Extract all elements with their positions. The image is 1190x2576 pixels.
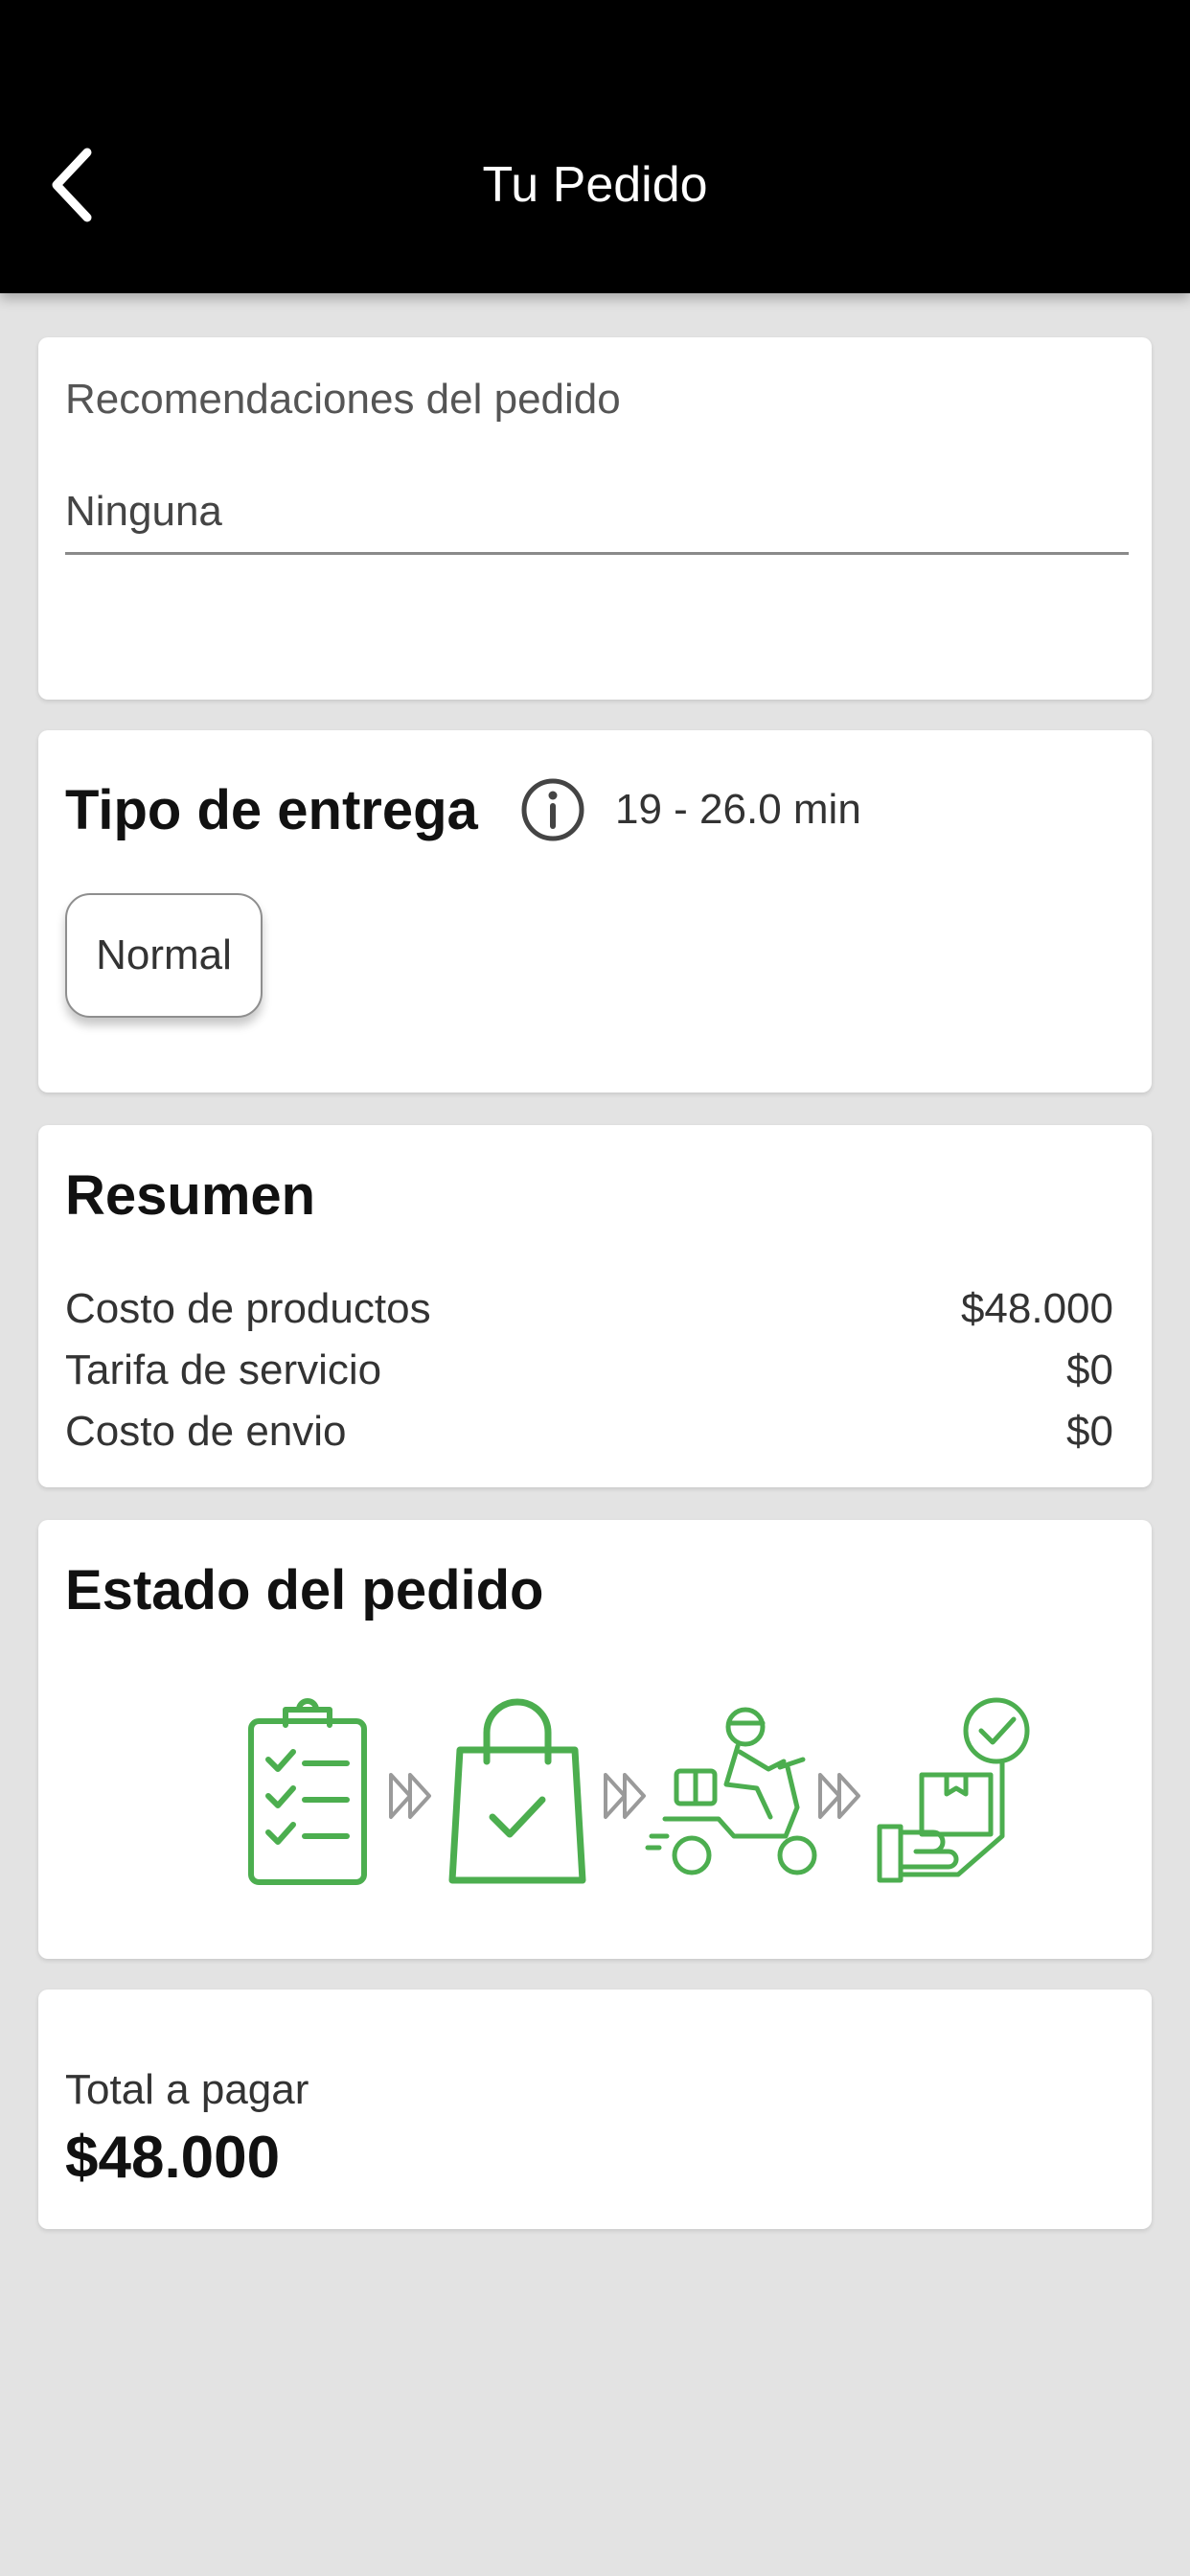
summary-row-label: Costo de productos — [65, 1285, 431, 1332]
info-icon[interactable] — [519, 776, 586, 843]
recommendations-card: Recomendaciones del pedido — [38, 337, 1152, 700]
summary-row: Costo de productos $48.000 — [65, 1278, 1113, 1340]
top-bar: Tu Pedido — [0, 0, 1190, 293]
delivery-type-card: Tipo de entrega 19 - 26.0 min Normal — [38, 730, 1152, 1092]
summary-row-value: $0 — [1066, 1346, 1113, 1393]
summary-row-label: Tarifa de servicio — [65, 1346, 382, 1393]
summary-title: Resumen — [65, 1164, 316, 1227]
clipboard-checklist-icon — [248, 1698, 367, 1885]
summary-row-label: Costo de envio — [65, 1408, 347, 1455]
total-amount: $48.000 — [65, 2125, 281, 2191]
page-title: Tu Pedido — [482, 157, 708, 213]
shopping-bag-check-icon — [448, 1698, 586, 1884]
summary-rows: Costo de productos $48.000 Tarifa de ser… — [65, 1278, 1113, 1462]
recommendations-input[interactable] — [65, 472, 1129, 555]
package-received-icon — [877, 1697, 1030, 1883]
summary-row: Costo de envio $0 — [65, 1401, 1113, 1462]
summary-row: Tarifa de servicio $0 — [65, 1340, 1113, 1401]
delivery-type-title: Tipo de entrega — [65, 779, 478, 841]
summary-card: Resumen Costo de productos $48.000 Tarif… — [38, 1125, 1152, 1487]
delivery-scooter-icon — [645, 1707, 817, 1875]
order-status-card: Estado del pedido — [38, 1520, 1152, 1959]
double-chevron-right-icon — [389, 1773, 431, 1819]
total-label: Total a pagar — [65, 2066, 309, 2113]
order-status-steps — [248, 1697, 1030, 1885]
double-chevron-right-icon — [818, 1773, 860, 1819]
summary-row-value: $48.000 — [960, 1285, 1113, 1332]
summary-row-value: $0 — [1066, 1408, 1113, 1455]
order-status-title: Estado del pedido — [65, 1559, 544, 1622]
delivery-option-normal[interactable]: Normal — [65, 893, 263, 1018]
recommendations-label: Recomendaciones del pedido — [65, 376, 621, 423]
delivery-option-label: Normal — [96, 932, 232, 978]
double-chevron-right-icon — [604, 1773, 646, 1819]
total-card: Total a pagar $48.000 — [38, 1990, 1152, 2229]
delivery-time-estimate: 19 - 26.0 min — [615, 786, 861, 833]
